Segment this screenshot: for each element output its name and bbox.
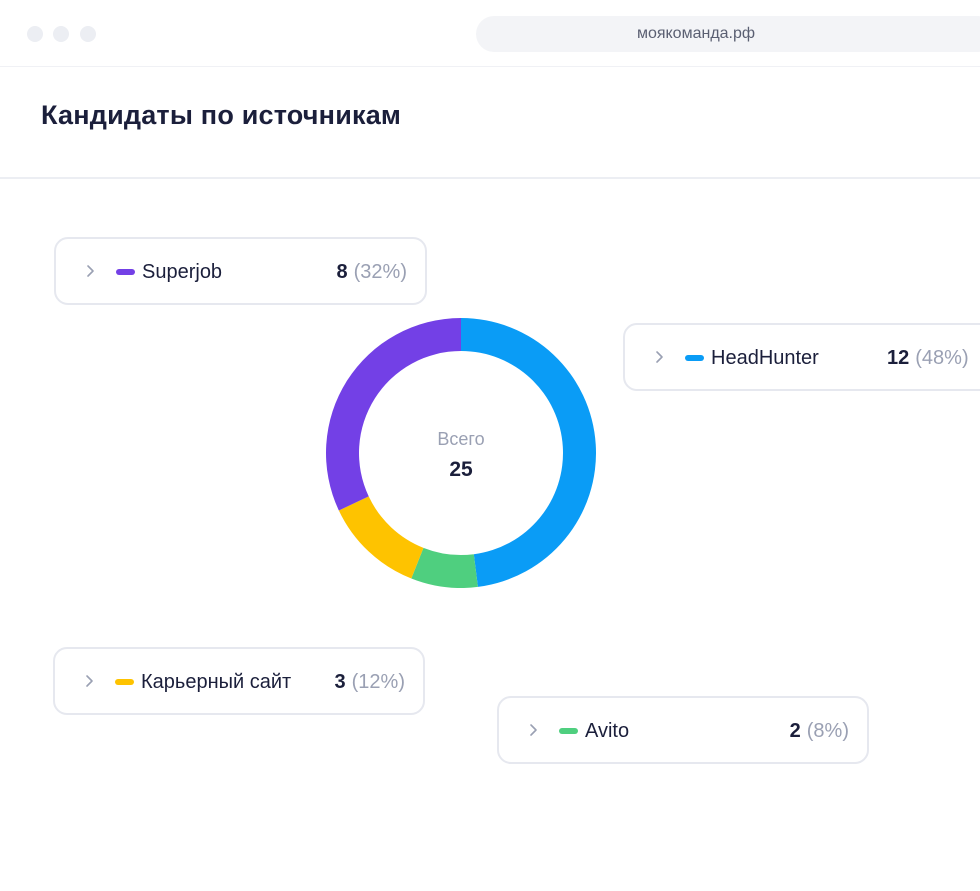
donut-slice-карьерный-сайт[interactable] — [338, 496, 424, 579]
source-name: HeadHunter — [711, 347, 819, 369]
legend-swatch-career-site — [115, 679, 134, 685]
source-name: Avito — [585, 720, 630, 742]
source-card-career-site[interactable]: Карьерный сайт 3 (12%) — [53, 647, 425, 715]
sources-donut-chart: Всего 25 — [326, 318, 596, 588]
source-count: 2 — [789, 720, 801, 742]
chevron-right-icon[interactable] — [525, 722, 541, 738]
source-name: Superjob — [142, 261, 223, 283]
source-card-superjob[interactable]: Superjob 8 (32%) — [54, 237, 427, 305]
window-control-maximize[interactable] — [80, 26, 96, 42]
total-value: 25 — [449, 458, 473, 481]
window-control-minimize[interactable] — [53, 26, 69, 42]
header-divider — [0, 177, 980, 179]
donut-svg — [326, 318, 596, 588]
source-name: Карьерный сайт — [141, 671, 292, 693]
source-stat: 8 (32%) — [337, 239, 407, 305]
browser-toolbar: моякоманда.рф — [0, 0, 980, 67]
chevron-right-icon[interactable] — [82, 263, 98, 279]
source-count: 8 — [336, 261, 348, 283]
donut-slice-avito[interactable] — [411, 547, 478, 588]
source-stat: 3 (12%) — [335, 649, 405, 715]
legend-swatch-superjob — [116, 269, 135, 275]
source-percent: (8%) — [806, 720, 849, 742]
page-title: Кандидаты по источникам — [41, 100, 402, 130]
source-count: 3 — [334, 671, 346, 693]
chevron-right-icon[interactable] — [651, 349, 667, 365]
source-stat: 12 (48%) — [887, 325, 969, 391]
source-percent: (12%) — [351, 671, 405, 693]
source-card-headhunter[interactable]: HeadHunter 12 (48%) — [623, 323, 980, 391]
legend-swatch-headhunter — [685, 355, 704, 361]
source-percent: (32%) — [353, 261, 407, 283]
chevron-right-icon[interactable] — [81, 673, 97, 689]
legend-swatch-avito — [559, 728, 578, 734]
address-bar[interactable]: моякоманда.рф — [476, 16, 980, 52]
address-bar-url: моякоманда.рф — [636, 25, 756, 42]
source-stat: 2 (8%) — [790, 698, 849, 764]
window-control-close[interactable] — [27, 26, 43, 42]
source-count: 12 — [887, 347, 910, 369]
source-card-avito[interactable]: Avito 2 (8%) — [497, 696, 869, 764]
total-label: Всего — [437, 429, 485, 449]
donut-slice-headhunter[interactable] — [461, 318, 596, 587]
source-percent: (48%) — [915, 347, 969, 369]
